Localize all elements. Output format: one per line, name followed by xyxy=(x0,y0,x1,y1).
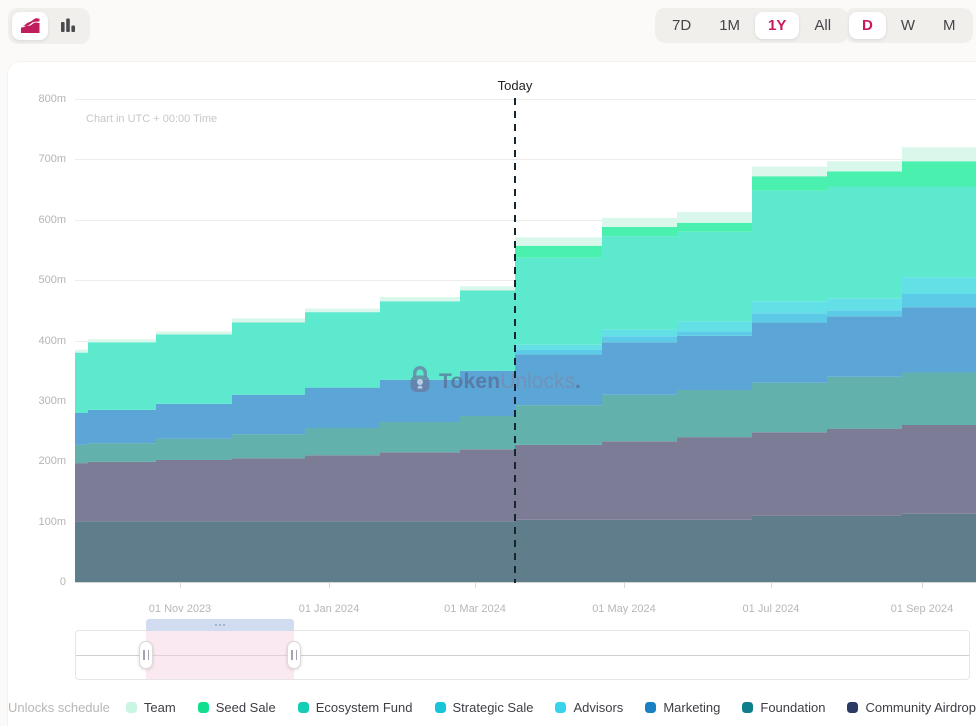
range-7d-button[interactable]: 7D xyxy=(659,12,704,39)
legend-swatch xyxy=(435,702,446,713)
y-axis-label: 200m xyxy=(12,455,66,467)
gridline xyxy=(75,582,976,583)
y-axis-label: 500m xyxy=(12,274,66,286)
legend-label: Foundation xyxy=(760,700,825,715)
y-axis-label: 600m xyxy=(12,214,66,226)
today-line xyxy=(514,98,516,583)
navigator-left-handle[interactable] xyxy=(139,641,153,669)
area-chart-button[interactable] xyxy=(12,12,48,40)
legend-swatch xyxy=(645,702,656,713)
legend: Unlocks schedule Team Seed Sale Ecosystem … xyxy=(8,700,968,715)
y-axis-label: 800m xyxy=(12,93,66,105)
y-axis-label: 400m xyxy=(12,335,66,347)
today-label: Today xyxy=(475,78,555,93)
range-all-button[interactable]: All xyxy=(801,12,844,39)
x-axis-tick xyxy=(624,582,625,588)
x-axis-tick xyxy=(180,582,181,588)
legend-label: Community Airdrop xyxy=(865,700,976,715)
chart-type-toggle xyxy=(8,8,90,44)
x-axis-label: 01 Jul 2024 xyxy=(721,603,821,615)
legend-label: Team xyxy=(144,700,176,715)
legend-label: Marketing xyxy=(663,700,720,715)
legend-item-advisors[interactable]: Advisors xyxy=(555,700,623,715)
legend-item-marketing[interactable]: Marketing xyxy=(645,700,720,715)
chart-card: 800m 700m 600m 500m 400m 300m 200m 100m 0 01 Nov … xyxy=(8,62,976,726)
series-area-public-sale xyxy=(75,514,976,582)
navigator-right-handle[interactable] xyxy=(287,641,301,669)
granularity-day-button[interactable]: D xyxy=(849,12,886,39)
legend-items: Team Seed Sale Ecosystem Fund Strategic Sal… xyxy=(126,700,976,715)
legend-swatch xyxy=(126,702,137,713)
range-1y-button[interactable]: 1Y xyxy=(755,12,799,39)
legend-swatch xyxy=(298,702,309,713)
granularity-week-button[interactable]: W xyxy=(888,12,928,39)
x-axis-label: 01 Sep 2024 xyxy=(872,603,972,615)
x-axis-tick xyxy=(475,582,476,588)
range-1m-button[interactable]: 1M xyxy=(706,12,753,39)
x-axis-tick xyxy=(771,582,772,588)
bar-chart-icon xyxy=(58,15,78,38)
granularity-selector: D W M xyxy=(845,8,973,43)
legend-label: Strategic Sale xyxy=(453,700,534,715)
y-axis-label: 700m xyxy=(12,153,66,165)
token-unlocks-screen: 7D 1M 1Y All D W M 800m 700m 600m 500m 400m 3… xyxy=(0,0,976,726)
legend-swatch xyxy=(198,702,209,713)
legend-item-foundation[interactable]: Foundation xyxy=(742,700,825,715)
legend-item-strategic-sale[interactable]: Strategic Sale xyxy=(435,700,534,715)
legend-swatch xyxy=(847,702,858,713)
legend-label: Advisors xyxy=(573,700,623,715)
range-selector: 7D 1M 1Y All xyxy=(655,8,848,43)
legend-caption: Unlocks schedule xyxy=(8,700,110,715)
y-axis-label: 100m xyxy=(12,516,66,528)
navigator-selection[interactable] xyxy=(146,631,294,679)
x-axis-label: 01 Mar 2024 xyxy=(425,603,525,615)
area-chart-icon xyxy=(19,15,41,38)
stacked-area-plot[interactable] xyxy=(75,99,976,582)
x-axis-tick xyxy=(329,582,330,588)
legend-label: Seed Sale xyxy=(216,700,276,715)
x-axis-label: 01 May 2024 xyxy=(574,603,674,615)
bar-chart-button[interactable] xyxy=(50,12,86,40)
y-axis-label: 0 xyxy=(12,576,66,588)
legend-swatch xyxy=(555,702,566,713)
legend-swatch xyxy=(742,702,753,713)
legend-item-community-airdrop[interactable]: Community Airdrop xyxy=(847,700,976,715)
x-axis-label: 01 Jan 2024 xyxy=(279,603,379,615)
x-axis-tick xyxy=(922,582,923,588)
navigator-drag-bar[interactable] xyxy=(146,619,294,631)
legend-item-seed-sale[interactable]: Seed Sale xyxy=(198,700,276,715)
y-axis-label: 300m xyxy=(12,395,66,407)
granularity-month-button[interactable]: M xyxy=(930,12,969,39)
legend-item-team[interactable]: Team xyxy=(126,700,176,715)
range-navigator[interactable] xyxy=(75,630,970,680)
legend-item-ecosystem-fund[interactable]: Ecosystem Fund xyxy=(298,700,413,715)
legend-label: Ecosystem Fund xyxy=(316,700,413,715)
x-axis-label: 01 Nov 2023 xyxy=(130,603,230,615)
